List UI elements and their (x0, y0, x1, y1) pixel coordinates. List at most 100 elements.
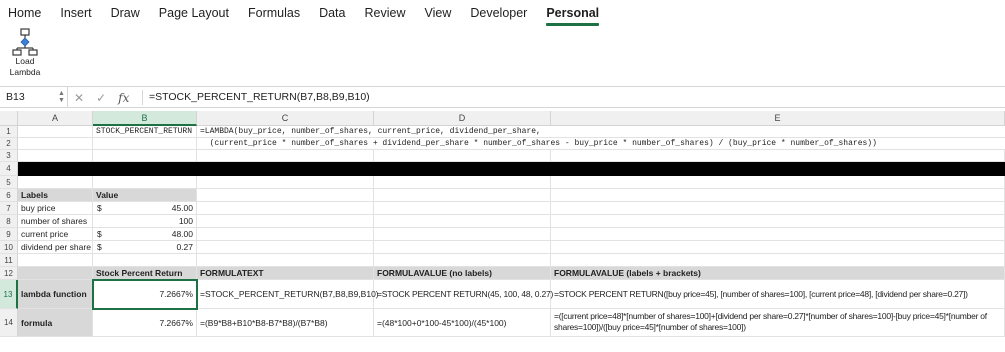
cell-b9[interactable]: $ 48.00 (93, 228, 197, 241)
cell-e6[interactable] (551, 189, 1005, 202)
tab-review[interactable]: Review (364, 0, 405, 26)
cell-d13[interactable]: =STOCK PERCENT RETURN(45, 100, 48, 0.27) (374, 280, 553, 309)
black-divider-row[interactable] (18, 162, 1005, 176)
cell-e9[interactable] (551, 228, 1005, 241)
col-header-c[interactable]: C (197, 111, 374, 126)
cell-d3[interactable] (374, 150, 551, 162)
cell-c11[interactable] (197, 254, 374, 267)
row-header-7[interactable]: 7 (0, 202, 18, 215)
tab-page-layout[interactable]: Page Layout (159, 0, 229, 26)
cell-a7[interactable]: buy price (18, 202, 93, 215)
cell-a11[interactable] (18, 254, 93, 267)
cell-a10[interactable]: dividend per share (18, 241, 93, 254)
cell-a5[interactable] (18, 176, 93, 189)
cell-e14[interactable]: =([current price=48]*[number of shares=1… (551, 309, 1005, 337)
cell-e5[interactable] (551, 176, 1005, 189)
cell-e10[interactable] (551, 241, 1005, 254)
cell-c1[interactable]: =LAMBDA(buy_price, number_of_shares, cur… (197, 126, 1005, 138)
cell-c13[interactable]: =STOCK_PERCENT_RETURN(B7,B8,B9,B10) (197, 280, 379, 309)
formula-input[interactable]: =STOCK_PERCENT_RETURN(B7,B8,B9,B10) (149, 87, 370, 108)
row-header-6[interactable]: 6 (0, 189, 18, 202)
cell-a2[interactable] (18, 138, 93, 150)
confirm-icon[interactable]: ✓ (96, 91, 106, 105)
tab-draw[interactable]: Draw (111, 0, 140, 26)
row-header-8[interactable]: 8 (0, 215, 18, 228)
cell-d14[interactable]: =(48*100+0*100-45*100)/(45*100) (374, 309, 551, 337)
cell-b7[interactable]: $ 45.00 (93, 202, 197, 215)
cell-e3[interactable] (551, 150, 1005, 162)
cell-b5[interactable] (93, 176, 197, 189)
row-header-2[interactable]: 2 (0, 138, 18, 150)
cell-b1[interactable]: STOCK_PERCENT_RETURN (93, 126, 197, 138)
cell-c10[interactable] (197, 241, 374, 254)
cell-d9[interactable] (374, 228, 551, 241)
load-lambda-label-2: Lambda (9, 66, 41, 77)
cell-a14[interactable]: formula (18, 309, 93, 337)
cell-a6[interactable]: Labels (18, 189, 93, 202)
cell-b3[interactable] (93, 150, 197, 162)
row-header-10[interactable]: 10 (0, 241, 18, 254)
cell-a8[interactable]: number of shares (18, 215, 93, 228)
select-all-corner[interactable] (0, 111, 18, 126)
cell-d11[interactable] (374, 254, 551, 267)
cancel-icon[interactable]: ✕ (74, 91, 84, 105)
cell-c6[interactable] (197, 189, 374, 202)
row-header-5[interactable]: 5 (0, 176, 18, 189)
cell-e12[interactable]: FORMULAVALUE (labels + brackets) (551, 267, 1005, 280)
cell-a3[interactable] (18, 150, 93, 162)
cell-c9[interactable] (197, 228, 374, 241)
tab-developer[interactable]: Developer (470, 0, 527, 26)
cell-a1[interactable] (18, 126, 93, 138)
row-header-1[interactable]: 1 (0, 126, 18, 138)
cell-d8[interactable] (374, 215, 551, 228)
fx-icon[interactable]: fx (118, 91, 129, 105)
name-box-stepper-icon[interactable]: ▲ ▼ (58, 90, 65, 104)
cell-e11[interactable] (551, 254, 1005, 267)
cell-a13[interactable]: lambda function (18, 280, 93, 309)
cell-c2[interactable]: (current_price * number_of_shares + divi… (197, 138, 1005, 150)
cell-e7[interactable] (551, 202, 1005, 215)
cell-c3[interactable] (197, 150, 374, 162)
load-lambda-button[interactable]: Load Lambda (6, 28, 44, 77)
tab-formulas[interactable]: Formulas (248, 0, 300, 26)
cell-c7[interactable] (197, 202, 374, 215)
row-header-14[interactable]: 14 (0, 309, 18, 337)
currency-symbol: $ (97, 203, 102, 213)
cell-c8[interactable] (197, 215, 374, 228)
row-header-11[interactable]: 11 (0, 254, 18, 267)
cell-a9[interactable]: current price (18, 228, 93, 241)
row-header-9[interactable]: 9 (0, 228, 18, 241)
cell-d5[interactable] (374, 176, 551, 189)
tab-view[interactable]: View (424, 0, 451, 26)
tab-data[interactable]: Data (319, 0, 345, 26)
tab-personal[interactable]: Personal (546, 0, 599, 26)
col-header-e[interactable]: E (551, 111, 1005, 126)
row-header-4[interactable]: 4 (0, 162, 18, 176)
cell-b14[interactable]: 7.2667% (93, 309, 197, 337)
tab-home[interactable]: Home (8, 0, 41, 26)
col-header-b[interactable]: B (93, 111, 197, 126)
cell-a12[interactable] (18, 267, 93, 280)
row-header-12[interactable]: 12 (0, 267, 18, 280)
col-header-a[interactable]: A (18, 111, 93, 126)
row-header-13[interactable]: 13 (0, 280, 18, 309)
cell-d12[interactable]: FORMULAVALUE (no labels) (374, 267, 551, 280)
cell-d10[interactable] (374, 241, 551, 254)
cell-d6[interactable] (374, 189, 551, 202)
cell-b8[interactable]: 100 (93, 215, 197, 228)
cell-b6[interactable]: Value (93, 189, 197, 202)
cell-c14[interactable]: =(B9*B8+B10*B8-B7*B8)/(B7*B8) (197, 309, 374, 337)
col-header-d[interactable]: D (374, 111, 551, 126)
cell-e13[interactable]: =STOCK PERCENT RETURN([buy price=45], [n… (551, 280, 1005, 309)
tab-insert[interactable]: Insert (60, 0, 91, 26)
cell-b11[interactable] (93, 254, 197, 267)
cell-b2[interactable] (93, 138, 197, 150)
cell-e8[interactable] (551, 215, 1005, 228)
cell-c5[interactable] (197, 176, 374, 189)
cell-d7[interactable] (374, 202, 551, 215)
cell-b13[interactable]: 7.2667% (92, 279, 198, 310)
row-header-3[interactable]: 3 (0, 150, 18, 162)
cell-b12[interactable]: Stock Percent Return (93, 267, 197, 280)
cell-b10[interactable]: $ 0.27 (93, 241, 197, 254)
cell-c12[interactable]: FORMULATEXT (197, 267, 374, 280)
